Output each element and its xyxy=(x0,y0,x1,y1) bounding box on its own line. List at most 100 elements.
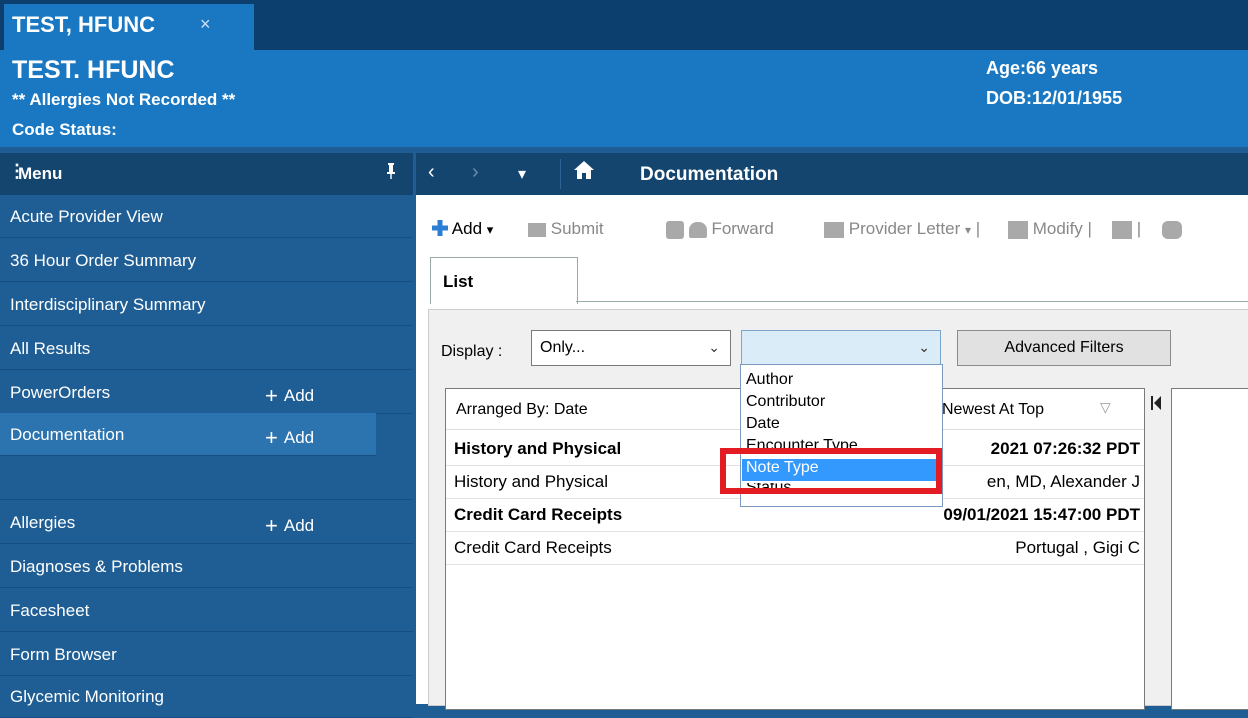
submit-label: Submit xyxy=(550,219,604,238)
sidebar-item-label: Facesheet xyxy=(10,601,90,620)
arranged-by-label[interactable]: Arranged By: Date xyxy=(456,401,588,419)
forward-icon[interactable]: › xyxy=(472,161,479,184)
toolbar: Add ▾ Submit Forward Provider Letter ▾ |… xyxy=(416,211,1248,251)
list-item-date: 09/01/2021 15:47:00 PDT xyxy=(943,505,1140,524)
patient-dob: DOB:12/01/1955 xyxy=(986,88,1123,108)
sidebar-item-label: Form Browser xyxy=(10,645,117,664)
menu-header: ⋮ Menu xyxy=(0,153,413,195)
sort-icon[interactable]: ▽ xyxy=(1100,399,1111,416)
list-item[interactable]: Credit Card Receipts Portugal , Gigi C xyxy=(446,532,1144,565)
sidebar-item-blank xyxy=(0,457,413,500)
tab-divider xyxy=(576,301,1248,302)
modify-label: Modify xyxy=(1032,219,1083,238)
code-status: Code Status: xyxy=(12,120,117,139)
list-item-date: 2021 07:26:32 PDT xyxy=(990,439,1140,458)
preview-pane xyxy=(1171,388,1248,710)
list-item-author: en, MD, Alexander J xyxy=(986,472,1140,491)
forward-label: Forward xyxy=(711,219,774,238)
plus-icon: + xyxy=(265,383,278,408)
patient-banner: TEST. HFUNC ** Allergies Not Recorded **… xyxy=(0,50,1248,147)
sort-order-label[interactable]: Newest At Top xyxy=(942,401,1044,419)
pin-icon[interactable] xyxy=(386,163,396,183)
add-allergies-button[interactable]: + Add xyxy=(265,511,315,538)
chevron-down-icon: ⌄ xyxy=(918,339,930,355)
copy-icon xyxy=(1112,220,1132,239)
copy-button[interactable]: | xyxy=(1112,219,1141,239)
chevron-down-icon: ▾ xyxy=(486,222,494,237)
list-item-title: History and Physical xyxy=(454,439,622,458)
display-label: Display : xyxy=(441,343,503,360)
provider-letter-label: Provider Letter xyxy=(848,219,961,238)
sidebar-item-powerorders[interactable]: PowerOrders + Add xyxy=(0,371,413,414)
home-icon[interactable] xyxy=(560,159,595,189)
list-item-title: Credit Card Receipts xyxy=(454,505,623,524)
provider-letter-button[interactable]: Provider Letter ▾ | xyxy=(824,219,980,239)
sidebar-item-glycemic-monitoring[interactable]: Glycemic Monitoring xyxy=(0,675,413,718)
patient-age: Age:66 years xyxy=(986,58,1099,78)
more-icon xyxy=(1162,220,1182,239)
add-button[interactable]: Add ▾ xyxy=(432,219,493,239)
sign-icon xyxy=(666,220,684,239)
sidebar-item-label: Allergies xyxy=(10,513,76,532)
advanced-filters-button[interactable]: Advanced Filters xyxy=(957,330,1171,366)
sidebar-item-label: Documentation xyxy=(10,425,125,444)
display-select[interactable]: Only... ⌄ xyxy=(531,330,731,366)
sidebar-item-interdisciplinary-summary[interactable]: Interdisciplinary Summary xyxy=(0,283,413,326)
sidebar-item-label: PowerOrders xyxy=(10,383,111,402)
modify-button[interactable]: Modify | xyxy=(1008,219,1092,239)
close-icon[interactable]: × xyxy=(200,14,211,35)
sidebar-item-form-browser[interactable]: Form Browser xyxy=(0,633,413,676)
menu-title: Menu xyxy=(18,164,63,183)
plus-icon: + xyxy=(265,513,278,538)
collapse-pane-icon[interactable] xyxy=(1147,388,1165,708)
patient-name: TEST. HFUNC xyxy=(12,56,175,84)
sidebar-item-facesheet[interactable]: Facesheet xyxy=(0,589,413,632)
sidebar-item-label: Diagnoses & Problems xyxy=(10,557,183,576)
list-item-title: Credit Card Receipts xyxy=(454,538,612,557)
plus-icon xyxy=(432,220,448,236)
sidebar-item-label: Glycemic Monitoring xyxy=(10,687,164,706)
add-label: Add xyxy=(283,516,315,535)
chevron-down-icon: ▾ xyxy=(964,223,971,237)
patient-tab[interactable]: TEST, HFUNC × xyxy=(4,4,254,50)
plus-icon: + xyxy=(265,425,278,450)
add-documentation-button[interactable]: + Add xyxy=(265,423,315,450)
sidebar-item-label: 36 Hour Order Summary xyxy=(10,251,197,270)
add-label: Add xyxy=(283,428,315,447)
add-label: Add xyxy=(283,386,315,405)
dropdown-option-date[interactable]: Date xyxy=(746,415,780,433)
add-label: Add xyxy=(451,219,483,238)
patient-tab-strip: TEST, HFUNC × xyxy=(0,0,1248,50)
list-item-title: History and Physical xyxy=(454,472,609,491)
tab-list[interactable]: List xyxy=(430,257,578,304)
back-icon[interactable]: ‹ xyxy=(428,161,435,184)
allergies-status: ** Allergies Not Recorded ** xyxy=(12,90,236,109)
more-button[interactable] xyxy=(1162,219,1182,239)
sidebar-item-36-hour-order-summary[interactable]: 36 Hour Order Summary xyxy=(0,239,413,282)
dropdown-option-contributor[interactable]: Contributor xyxy=(746,393,825,411)
sidebar-item-acute-provider-view[interactable]: Acute Provider View xyxy=(0,195,413,238)
sidebar-item-all-results[interactable]: All Results xyxy=(0,327,413,370)
nav-bar: ‹ › ▾ Documentation xyxy=(416,153,1248,195)
add-powerorders-button[interactable]: + Add xyxy=(265,381,315,408)
forward-icon xyxy=(688,221,707,238)
dropdown-option-author[interactable]: Author xyxy=(746,371,793,389)
sidebar-item-documentation[interactable]: Documentation + Add xyxy=(0,413,376,456)
sidebar-item-label: All Results xyxy=(10,339,91,358)
chevron-down-icon[interactable]: ▾ xyxy=(518,164,526,184)
sidebar-menu: ⋮ Menu Acute Provider View 36 Hour Order… xyxy=(0,153,413,718)
letter-icon xyxy=(824,221,844,238)
filter-type-select[interactable]: ⌄ xyxy=(741,330,941,366)
forward-button[interactable]: Forward xyxy=(666,219,774,239)
page-title: Documentation xyxy=(640,164,779,185)
submit-button[interactable]: Submit xyxy=(528,219,604,239)
sidebar-item-allergies[interactable]: Allergies + Add xyxy=(0,501,413,544)
submit-icon xyxy=(528,222,546,237)
list-item-author: Portugal , Gigi C xyxy=(1015,538,1140,557)
chevron-down-icon: ⌄ xyxy=(708,339,720,355)
patient-tab-label: TEST, HFUNC xyxy=(12,12,155,37)
tab-list-label: List xyxy=(443,272,474,291)
modify-icon xyxy=(1008,220,1028,239)
sidebar-item-diagnoses-problems[interactable]: Diagnoses & Problems xyxy=(0,545,413,588)
display-select-value: Only... xyxy=(540,339,586,356)
